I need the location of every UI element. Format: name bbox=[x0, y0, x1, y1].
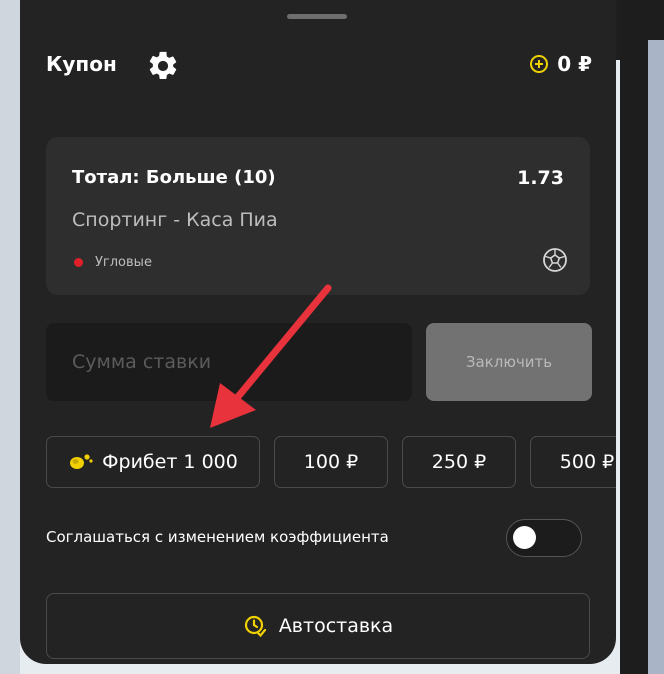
bet-market-label: Угловые bbox=[95, 255, 152, 270]
adjacent-panel bbox=[648, 40, 664, 674]
clock-check-icon bbox=[244, 615, 266, 638]
bet-title: Тотал: Больше (10) bbox=[72, 167, 276, 188]
coupon-sheet: Купон 0 ₽ Тотал: Больше (10) 1.73 Спорти… bbox=[20, 0, 616, 664]
gear-icon[interactable] bbox=[146, 49, 180, 83]
autobet-button[interactable]: Автоставка bbox=[46, 593, 590, 659]
bet-card: Тотал: Больше (10) 1.73 Спортинг - Каса … bbox=[46, 137, 590, 295]
bet-match: Спортинг - Каса Пиа bbox=[72, 209, 278, 231]
stake-chip-100[interactable]: 100 ₽ bbox=[274, 436, 388, 488]
place-bet-button[interactable]: Заключить bbox=[426, 323, 592, 401]
balance-amount: 0 ₽ bbox=[557, 52, 592, 76]
accept-odds-change-toggle[interactable] bbox=[506, 519, 582, 557]
stake-amount-input[interactable] bbox=[46, 323, 412, 401]
freebet-coins-icon bbox=[70, 454, 93, 469]
bet-market: Угловые bbox=[74, 255, 152, 270]
coupon-title: Купон bbox=[46, 52, 117, 76]
accept-odds-change-label: Соглашаться с изменением коэффициента bbox=[46, 528, 389, 546]
stake-chip-500[interactable]: 500 ₽ bbox=[530, 436, 616, 488]
coin-plus-icon bbox=[530, 55, 549, 73]
freebet-chip-label: Фрибет 1 000 bbox=[102, 451, 238, 473]
stake-chip-250[interactable]: 250 ₽ bbox=[402, 436, 516, 488]
balance[interactable]: 0 ₽ bbox=[529, 52, 592, 76]
toggle-knob bbox=[513, 526, 536, 549]
background-left bbox=[0, 0, 20, 674]
autobet-label: Автоставка bbox=[278, 615, 394, 637]
drag-handle[interactable] bbox=[287, 14, 347, 19]
soccer-ball-icon bbox=[543, 248, 567, 272]
live-dot bbox=[74, 258, 83, 267]
bet-odds: 1.73 bbox=[517, 167, 564, 189]
freebet-chip[interactable]: Фрибет 1 000 bbox=[46, 436, 260, 488]
